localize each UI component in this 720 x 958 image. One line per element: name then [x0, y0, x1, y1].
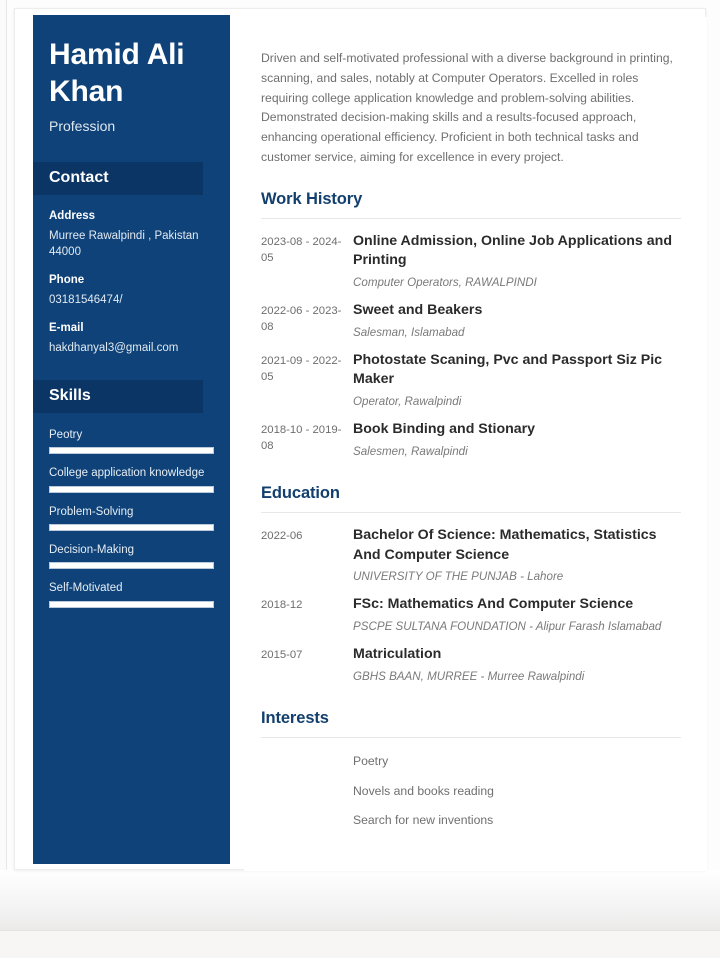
- address-value: Murree Rawalpindi , Pakistan 44000: [49, 229, 199, 259]
- candidate-profession: Profession: [49, 118, 116, 135]
- entry-subtitle: Salesman, Islamabad: [353, 325, 465, 339]
- skill-level-bar: [49, 562, 214, 570]
- interests-section: Interests Poetry Novels and books reading…: [261, 709, 681, 830]
- work-history-section: Work History 2023-08 - 2024-05 Online Adm…: [261, 190, 681, 460]
- resume-entry: 2023-08 - 2024-05 Online Admission, Onlin…: [261, 232, 681, 291]
- interests-title: Interests: [261, 709, 329, 728]
- skill-level-fill: [50, 486, 213, 492]
- entry-subtitle: Salesmen, Rawalpindi: [353, 444, 468, 458]
- resume-entry: 2018-10 - 2019-08 Book Binding and Stiona…: [261, 420, 681, 460]
- interest-item: Poetry: [353, 754, 389, 769]
- skill-label: Peotry: [49, 429, 83, 442]
- education-divider: [261, 512, 681, 514]
- education-title: Education: [261, 484, 340, 503]
- skills-list: Peotry College application knowledge Probl…: [33, 427, 230, 608]
- email-value: hakdhanyal3@gmail.com: [49, 341, 179, 354]
- interests-divider: [261, 737, 681, 739]
- education-entries: 2022-06 Bachelor Of Science: Mathematics,…: [261, 526, 681, 685]
- entry-title: Book Binding and Stionary: [353, 421, 536, 438]
- resume-page: Hamid Ali Khan Profession Contact Addres…: [14, 8, 707, 871]
- phone-value: 03181546474/: [49, 293, 123, 306]
- skill-level-bar: [49, 524, 214, 532]
- entry-body: Book Binding and Stionary Salesmen, Rawal…: [353, 420, 681, 460]
- work-history-entries: 2023-08 - 2024-05 Online Admission, Onlin…: [261, 232, 681, 460]
- resume-entry: 2022-06 Bachelor Of Science: Mathematics,…: [261, 526, 681, 585]
- skill-label: Problem-Solving: [49, 505, 134, 518]
- entry-date: 2022-06: [261, 530, 303, 543]
- entry-date: 2023-08 - 2024-05: [261, 235, 342, 264]
- skill-level-fill: [50, 601, 213, 607]
- skill-level-bar: [49, 447, 214, 455]
- resume-main-column: Driven and self-motivated professional w…: [244, 17, 707, 871]
- entry-title: FSc: Mathematics And Computer Science: [353, 596, 634, 613]
- viewer-left-rail: [0, 0, 7, 930]
- resume-entry: 2018-12 FSc: Mathematics And Computer Sci…: [261, 595, 681, 635]
- entry-date: 2022-06 - 2023-08: [261, 305, 342, 334]
- education-section: Education 2022-06 Bachelor Of Science: Ma…: [261, 484, 681, 685]
- skills-section-heading: Skills: [33, 380, 203, 414]
- entry-title: Bachelor Of Science: Mathematics, Statis…: [353, 527, 657, 563]
- interests-list: Poetry Novels and books reading Search for…: [353, 751, 681, 830]
- resume-entry: 2021-09 - 2022-05 Photostate Scaning, Pvc…: [261, 351, 681, 410]
- skill-item: Peotry: [49, 427, 214, 455]
- section-spacer-2: [261, 695, 681, 709]
- skill-item: Self-Motivated: [49, 580, 214, 608]
- entry-subtitle: PSCPE SULTANA FOUNDATION - Alipur Farash…: [353, 620, 662, 634]
- skill-item: College application knowledge: [49, 465, 214, 493]
- entry-body: Online Admission, Online Job Application…: [353, 232, 681, 291]
- resume-entry: 2022-06 - 2023-08 Sweet and Beakers Salesm…: [261, 301, 681, 341]
- entry-date: 2018-12: [261, 599, 303, 612]
- entry-date: 2015-07: [261, 649, 303, 662]
- contact-details: Address Murree Rawalpindi , Pakistan 440…: [33, 209, 230, 356]
- address-label: Address: [49, 210, 96, 223]
- professional-summary: Driven and self-motivated professional w…: [261, 51, 673, 164]
- entry-title: Matriculation: [353, 646, 442, 663]
- skill-label: Self-Motivated: [49, 582, 123, 595]
- candidate-name: Hamid Ali Khan: [49, 38, 185, 108]
- entry-subtitle: GBHS BAAN, MURREE - Murree Rawalpindi: [353, 669, 585, 683]
- entry-subtitle: UNIVERSITY OF THE PUNJAB - Lahore: [353, 570, 564, 584]
- skills-heading-wrapper: Skills: [33, 380, 230, 414]
- interest-item: Novels and books reading: [353, 783, 494, 798]
- entry-body: Photostate Scaning, Pvc and Passport Siz…: [353, 351, 681, 410]
- resume-entry: 2015-07 Matriculation GBHS BAAN, MURREE - …: [261, 645, 681, 685]
- entry-title: Sweet and Beakers: [353, 302, 483, 318]
- skill-item: Problem-Solving: [49, 504, 214, 532]
- skill-level-fill: [50, 563, 213, 569]
- entry-subtitle: Operator, Rawalpindi: [353, 395, 462, 408]
- skill-label: College application knowledge: [49, 467, 205, 480]
- skill-level-bar: [49, 600, 214, 608]
- page-drop-shadow: [0, 870, 720, 930]
- phone-label: Phone: [49, 274, 85, 287]
- entry-body: Sweet and Beakers Salesman, Islamabad: [353, 301, 681, 341]
- document-viewport: Hamid Ali Khan Profession Contact Addres…: [0, 0, 720, 958]
- entry-subtitle: Computer Operators, RAWALPINDI: [353, 275, 537, 289]
- skill-level-fill: [50, 448, 213, 454]
- skill-level-fill: [50, 525, 213, 531]
- entry-title: Online Admission, Online Job Application…: [353, 232, 672, 269]
- entry-body: Bachelor Of Science: Mathematics, Statis…: [353, 526, 681, 585]
- skill-item: Decision-Making: [49, 542, 214, 570]
- skill-label: Decision-Making: [49, 544, 135, 557]
- entry-body: FSc: Mathematics And Computer Science PSC…: [353, 595, 681, 635]
- viewer-bottom-strip: [0, 930, 720, 958]
- skill-level-bar: [49, 485, 214, 493]
- entry-body: Matriculation GBHS BAAN, MURREE - Murree …: [353, 645, 681, 685]
- interest-item: Search for new inventions: [353, 813, 494, 828]
- contact-section-heading: Contact: [33, 162, 203, 196]
- resume-sidebar: Hamid Ali Khan Profession Contact Addres…: [33, 15, 230, 864]
- entry-date: 2018-10 - 2019-08: [261, 424, 342, 453]
- work-history-divider: [261, 217, 681, 219]
- email-label: E-mail: [49, 322, 84, 335]
- work-history-title: Work History: [261, 189, 363, 208]
- entry-date: 2021-09 - 2022-05: [261, 354, 342, 383]
- entry-title: Photostate Scaning, Pvc and Passport Siz…: [353, 351, 663, 388]
